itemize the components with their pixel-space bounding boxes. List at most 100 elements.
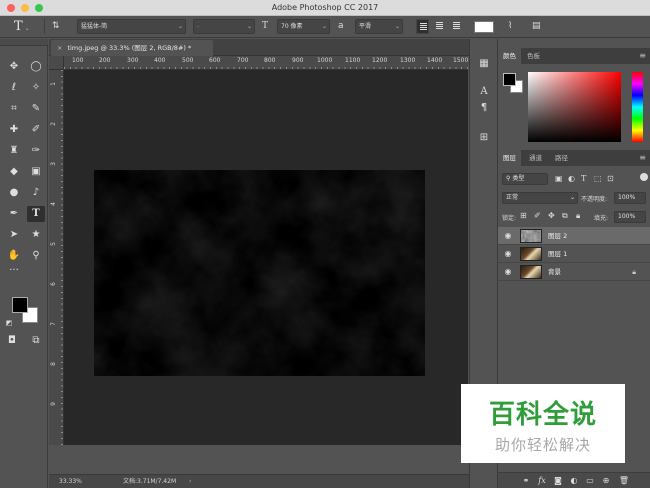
magic-wand-tool-icon[interactable]: ✧ <box>27 80 45 96</box>
eraser-tool-icon[interactable]: ◆ <box>5 164 23 180</box>
screen-mode-icon[interactable]: ⧉ <box>27 333 45 349</box>
lock-transparent-icon[interactable]: ⊞ <box>520 211 527 220</box>
layer-row-background[interactable]: ◉ 背景 🔒︎ <box>498 263 650 281</box>
tab-color[interactable]: 颜色 <box>498 48 521 64</box>
document-tab-bar: × timg.jpeg @ 33.3% (图层 2, RGB/8#) * <box>49 39 469 56</box>
vertical-ruler[interactable]: 1 2 3 4 5 6 7 8 9 <box>49 70 64 445</box>
align-center-button[interactable] <box>433 19 446 34</box>
quick-mask-icon[interactable]: ◘ <box>3 333 21 349</box>
layer-row-layer1[interactable]: ◉ 图层 1 <box>498 245 650 263</box>
layer-name[interactable]: 背景 <box>548 263 561 281</box>
layer-style-icon[interactable]: fx <box>536 474 548 487</box>
crop-tool-icon[interactable]: ⌗ <box>5 101 23 117</box>
new-group-icon[interactable]: ▭ <box>584 474 596 487</box>
lock-position-icon[interactable]: ✥ <box>548 211 555 220</box>
marquee-tool-icon[interactable]: ◯ <box>27 59 45 75</box>
status-menu-icon[interactable]: › <box>189 475 191 488</box>
layers-panel-tabs: 图层 通道 路径 ≡ <box>498 150 650 166</box>
color-panel-foreground[interactable] <box>503 73 516 86</box>
path-selection-tool-icon[interactable]: ➤ <box>5 227 23 243</box>
zoom-tool-icon[interactable]: ⚲ <box>27 248 45 264</box>
move-tool-icon[interactable]: ✥ <box>5 59 23 75</box>
ruler-origin[interactable] <box>49 56 64 70</box>
filter-type-icon[interactable]: T <box>581 174 586 183</box>
delete-layer-icon[interactable]: 🗑︎ <box>618 474 630 487</box>
blend-mode-dropdown[interactable]: 正常 ⌄ <box>502 192 578 204</box>
brush-tool-icon[interactable]: ✐ <box>27 122 45 138</box>
glyphs-panel-icon[interactable]: ⊞ <box>477 131 491 145</box>
antialias-dropdown[interactable]: 平滑 ⌄ <box>355 19 403 34</box>
document-tab[interactable]: × timg.jpeg @ 33.3% (图层 2, RGB/8#) * <box>51 40 213 56</box>
filter-smart-object-icon[interactable]: ⊡ <box>607 174 614 183</box>
history-panel-icon[interactable]: ▦ <box>477 57 491 71</box>
tab-paths[interactable]: 路径 <box>550 150 573 166</box>
ruler-tick: 1300 <box>400 57 416 64</box>
dodge-tool-icon[interactable]: ♪ <box>27 185 45 201</box>
filter-shape-icon[interactable]: ⬚ <box>594 174 602 183</box>
tab-channels[interactable]: 通道 <box>524 150 547 166</box>
foreground-color-swatch[interactable] <box>12 297 28 313</box>
ruler-tick: 1500 <box>453 57 469 64</box>
font-family-dropdown[interactable]: 猛猛体-简 ⌄ <box>77 19 186 34</box>
character-panel-icon[interactable]: A <box>477 85 491 99</box>
hand-tool-icon[interactable]: ✋ <box>5 248 23 264</box>
warp-text-icon[interactable]: ⌇ <box>508 19 522 34</box>
font-size-dropdown[interactable]: 70 像素 ⌄ <box>277 19 330 34</box>
opacity-field[interactable]: 100% <box>614 192 646 204</box>
paragraph-panel-icon[interactable]: ¶ <box>477 101 491 115</box>
layer-name[interactable]: 图层 1 <box>548 245 567 263</box>
hue-slider[interactable] <box>632 72 643 142</box>
visibility-eye-icon[interactable]: ◉ <box>503 231 513 241</box>
new-layer-icon[interactable]: ⊕ <box>600 474 612 487</box>
layer-mask-icon[interactable]: ◙ <box>552 474 564 487</box>
layer-name[interactable]: 图层 2 <box>548 227 567 245</box>
text-orientation-icon[interactable]: ⇅ <box>52 19 66 34</box>
panel-menu-icon[interactable]: ≡ <box>639 48 646 64</box>
zoom-level[interactable]: 33.33% <box>59 475 82 488</box>
visibility-eye-icon[interactable]: ◉ <box>503 249 513 259</box>
layer-filter-dropdown[interactable]: ⚲ 类型 <box>502 173 548 185</box>
filter-toggle-icon[interactable] <box>640 173 648 181</box>
horizontal-ruler[interactable]: 100 200 300 400 500 600 700 800 900 1000… <box>64 56 468 70</box>
lock-all-icon[interactable]: 🔒︎ <box>576 211 580 221</box>
filter-adjustment-icon[interactable]: ◐ <box>568 174 575 183</box>
lock-artboard-icon[interactable]: ⧉ <box>562 211 568 221</box>
more-tools-icon[interactable]: ··· <box>5 263 23 279</box>
healing-brush-tool-icon[interactable]: ✚ <box>5 122 23 138</box>
lock-image-icon[interactable]: ✐ <box>534 211 541 220</box>
font-style-dropdown[interactable]: - ⌄ <box>193 19 255 34</box>
ruler-tick: 1400 <box>427 57 443 64</box>
align-right-button[interactable] <box>450 19 463 34</box>
history-brush-tool-icon[interactable]: ✑ <box>27 143 45 159</box>
tab-layers[interactable]: 图层 <box>498 150 521 166</box>
panel-menu-icon[interactable]: ≡ <box>639 150 646 166</box>
clone-stamp-tool-icon[interactable]: ♜ <box>5 143 23 159</box>
ruler-tick: 2 <box>50 122 57 126</box>
close-tab-icon[interactable]: × <box>57 44 62 52</box>
shape-tool-icon[interactable]: ★ <box>27 227 45 243</box>
filter-pixel-icon[interactable]: ▣ <box>555 174 563 183</box>
separator <box>44 19 45 34</box>
character-panel-icon[interactable]: ▤ <box>532 19 546 34</box>
layer-row-layer2[interactable]: ◉ 图层 2 <box>498 227 650 245</box>
text-color-swatch[interactable] <box>474 21 494 33</box>
default-colors-icon[interactable]: ◩ <box>3 315 15 331</box>
visibility-eye-icon[interactable]: ◉ <box>503 267 513 277</box>
fill-field[interactable]: 100% <box>614 211 646 223</box>
lasso-tool-icon[interactable]: ℓ <box>5 80 23 96</box>
antialias-icon: a <box>338 21 344 31</box>
adjustment-layer-icon[interactable]: ◐ <box>568 474 580 487</box>
color-field[interactable] <box>528 72 621 142</box>
pen-tool-icon[interactable]: ✒ <box>5 206 23 222</box>
layer-thumbnail <box>520 247 542 261</box>
blur-tool-icon[interactable]: ● <box>5 185 23 201</box>
type-tool-preset-icon[interactable]: T ⌄ <box>14 19 36 34</box>
align-left-button[interactable] <box>416 19 429 34</box>
document-canvas[interactable] <box>94 170 425 376</box>
tab-swatches[interactable]: 色板 <box>522 48 545 64</box>
type-tool-icon[interactable]: T <box>27 206 45 222</box>
eyedropper-tool-icon[interactable]: ✎ <box>27 101 45 117</box>
toolbar-handle[interactable] <box>0 39 48 46</box>
gradient-tool-icon[interactable]: ▣ <box>27 164 45 180</box>
link-layers-icon[interactable]: ⚭ <box>520 474 532 487</box>
